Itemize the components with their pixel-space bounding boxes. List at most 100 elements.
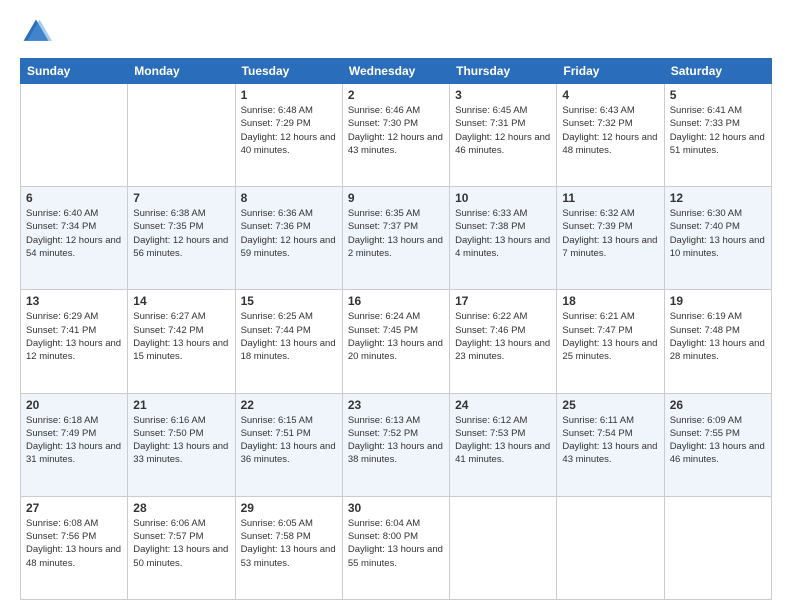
day-number: 30 (348, 501, 444, 515)
day-number: 10 (455, 191, 551, 205)
calendar-cell: 19 Sunrise: 6:19 AMSunset: 7:48 PMDayligh… (664, 290, 771, 393)
calendar-cell: 9 Sunrise: 6:35 AMSunset: 7:37 PMDaylight… (342, 187, 449, 290)
day-info: Sunrise: 6:21 AMSunset: 7:47 PMDaylight:… (562, 310, 658, 363)
calendar-cell: 8 Sunrise: 6:36 AMSunset: 7:36 PMDaylight… (235, 187, 342, 290)
day-number: 1 (241, 88, 337, 102)
day-info: Sunrise: 6:24 AMSunset: 7:45 PMDaylight:… (348, 310, 444, 363)
calendar-cell: 24 Sunrise: 6:12 AMSunset: 7:53 PMDayligh… (450, 393, 557, 496)
day-number: 18 (562, 294, 658, 308)
weekday-header: Saturday (664, 59, 771, 84)
calendar-cell: 1 Sunrise: 6:48 AMSunset: 7:29 PMDaylight… (235, 84, 342, 187)
day-number: 17 (455, 294, 551, 308)
calendar-cell: 3Sunrise: 6:45 AMSunset: 7:31 PMDaylight… (450, 84, 557, 187)
day-info: Sunrise: 6:06 AMSunset: 7:57 PMDaylight:… (133, 517, 229, 570)
calendar-cell: 10 Sunrise: 6:33 AMSunset: 7:38 PMDayligh… (450, 187, 557, 290)
day-info: Sunrise: 6:48 AMSunset: 7:29 PMDaylight:… (241, 104, 337, 157)
calendar-cell: 26Sunrise: 6:09 AMSunset: 7:55 PMDayligh… (664, 393, 771, 496)
day-info: Sunrise: 6:35 AMSunset: 7:37 PMDaylight:… (348, 207, 444, 260)
calendar-cell: 4 Sunrise: 6:43 AMSunset: 7:32 PMDaylight… (557, 84, 664, 187)
day-info: Sunrise: 6:46 AMSunset: 7:30 PMDaylight:… (348, 104, 444, 157)
calendar-cell: 13 Sunrise: 6:29 AMSunset: 7:41 PMDayligh… (21, 290, 128, 393)
day-info: Sunrise: 6:12 AMSunset: 7:53 PMDaylight:… (455, 414, 551, 467)
day-info: Sunrise: 6:32 AMSunset: 7:39 PMDaylight:… (562, 207, 658, 260)
day-info: Sunrise: 6:33 AMSunset: 7:38 PMDaylight:… (455, 207, 551, 260)
calendar-cell: 18 Sunrise: 6:21 AMSunset: 7:47 PMDayligh… (557, 290, 664, 393)
calendar-cell: 20Sunrise: 6:18 AMSunset: 7:49 PMDayligh… (21, 393, 128, 496)
day-number: 19 (670, 294, 766, 308)
calendar-cell: 30 Sunrise: 6:04 AMSunset: 8:00 PMDayligh… (342, 496, 449, 599)
day-number: 21 (133, 398, 229, 412)
day-info: Sunrise: 6:13 AMSunset: 7:52 PMDaylight:… (348, 414, 444, 467)
calendar-cell (557, 496, 664, 599)
calendar-cell: 17 Sunrise: 6:22 AMSunset: 7:46 PMDayligh… (450, 290, 557, 393)
weekday-header: Sunday (21, 59, 128, 84)
day-info: Sunrise: 6:40 AMSunset: 7:34 PMDaylight:… (26, 207, 122, 260)
calendar-cell (664, 496, 771, 599)
day-info: Sunrise: 6:05 AMSunset: 7:58 PMDaylight:… (241, 517, 337, 570)
day-info: Sunrise: 6:30 AMSunset: 7:40 PMDaylight:… (670, 207, 766, 260)
day-info: Sunrise: 6:16 AMSunset: 7:50 PMDaylight:… (133, 414, 229, 467)
day-info: Sunrise: 6:36 AMSunset: 7:36 PMDaylight:… (241, 207, 337, 260)
calendar-cell: 14 Sunrise: 6:27 AMSunset: 7:42 PMDayligh… (128, 290, 235, 393)
calendar-cell: 16 Sunrise: 6:24 AMSunset: 7:45 PMDayligh… (342, 290, 449, 393)
day-info: Sunrise: 6:29 AMSunset: 7:41 PMDaylight:… (26, 310, 122, 363)
calendar-cell: 27 Sunrise: 6:08 AMSunset: 7:56 PMDayligh… (21, 496, 128, 599)
calendar-week-row: 20Sunrise: 6:18 AMSunset: 7:49 PMDayligh… (21, 393, 772, 496)
day-info: Sunrise: 6:38 AMSunset: 7:35 PMDaylight:… (133, 207, 229, 260)
calendar-cell (21, 84, 128, 187)
day-number: 4 (562, 88, 658, 102)
day-info: Sunrise: 6:25 AMSunset: 7:44 PMDaylight:… (241, 310, 337, 363)
day-number: 12 (670, 191, 766, 205)
weekday-header: Friday (557, 59, 664, 84)
calendar-week-row: 13 Sunrise: 6:29 AMSunset: 7:41 PMDayligh… (21, 290, 772, 393)
weekday-header: Tuesday (235, 59, 342, 84)
day-number: 16 (348, 294, 444, 308)
day-info: Sunrise: 6:43 AMSunset: 7:32 PMDaylight:… (562, 104, 658, 157)
header-row: SundayMondayTuesdayWednesdayThursdayFrid… (21, 59, 772, 84)
day-number: 5 (670, 88, 766, 102)
day-info: Sunrise: 6:22 AMSunset: 7:46 PMDaylight:… (455, 310, 551, 363)
day-number: 23 (348, 398, 444, 412)
day-info: Sunrise: 6:15 AMSunset: 7:51 PMDaylight:… (241, 414, 337, 467)
day-number: 9 (348, 191, 444, 205)
day-number: 22 (241, 398, 337, 412)
calendar-week-row: 6Sunrise: 6:40 AMSunset: 7:34 PMDaylight… (21, 187, 772, 290)
calendar-cell: 23 Sunrise: 6:13 AMSunset: 7:52 PMDayligh… (342, 393, 449, 496)
calendar: SundayMondayTuesdayWednesdayThursdayFrid… (20, 58, 772, 600)
calendar-cell: 2Sunrise: 6:46 AMSunset: 7:30 PMDaylight… (342, 84, 449, 187)
day-number: 27 (26, 501, 122, 515)
day-number: 7 (133, 191, 229, 205)
calendar-cell: 6Sunrise: 6:40 AMSunset: 7:34 PMDaylight… (21, 187, 128, 290)
calendar-cell: 12 Sunrise: 6:30 AMSunset: 7:40 PMDayligh… (664, 187, 771, 290)
calendar-cell: 25Sunrise: 6:11 AMSunset: 7:54 PMDayligh… (557, 393, 664, 496)
day-info: Sunrise: 6:19 AMSunset: 7:48 PMDaylight:… (670, 310, 766, 363)
day-info: Sunrise: 6:08 AMSunset: 7:56 PMDaylight:… (26, 517, 122, 570)
day-number: 24 (455, 398, 551, 412)
calendar-cell: 28Sunrise: 6:06 AMSunset: 7:57 PMDayligh… (128, 496, 235, 599)
logo-icon (20, 16, 52, 48)
weekday-header: Thursday (450, 59, 557, 84)
calendar-cell (450, 496, 557, 599)
day-info: Sunrise: 6:41 AMSunset: 7:33 PMDaylight:… (670, 104, 766, 157)
day-number: 8 (241, 191, 337, 205)
calendar-cell: 7 Sunrise: 6:38 AMSunset: 7:35 PMDaylight… (128, 187, 235, 290)
calendar-cell (128, 84, 235, 187)
day-info: Sunrise: 6:18 AMSunset: 7:49 PMDaylight:… (26, 414, 122, 467)
logo (20, 16, 56, 48)
calendar-cell: 21 Sunrise: 6:16 AMSunset: 7:50 PMDayligh… (128, 393, 235, 496)
day-number: 13 (26, 294, 122, 308)
day-number: 14 (133, 294, 229, 308)
day-info: Sunrise: 6:45 AMSunset: 7:31 PMDaylight:… (455, 104, 551, 157)
weekday-header: Wednesday (342, 59, 449, 84)
weekday-header: Monday (128, 59, 235, 84)
day-number: 26 (670, 398, 766, 412)
calendar-cell: 5 Sunrise: 6:41 AMSunset: 7:33 PMDaylight… (664, 84, 771, 187)
calendar-cell: 15Sunrise: 6:25 AMSunset: 7:44 PMDayligh… (235, 290, 342, 393)
calendar-cell: 22 Sunrise: 6:15 AMSunset: 7:51 PMDayligh… (235, 393, 342, 496)
day-number: 11 (562, 191, 658, 205)
day-info: Sunrise: 6:27 AMSunset: 7:42 PMDaylight:… (133, 310, 229, 363)
header (20, 16, 772, 48)
day-number: 29 (241, 501, 337, 515)
day-info: Sunrise: 6:04 AMSunset: 8:00 PMDaylight:… (348, 517, 444, 570)
calendar-cell: 29 Sunrise: 6:05 AMSunset: 7:58 PMDayligh… (235, 496, 342, 599)
